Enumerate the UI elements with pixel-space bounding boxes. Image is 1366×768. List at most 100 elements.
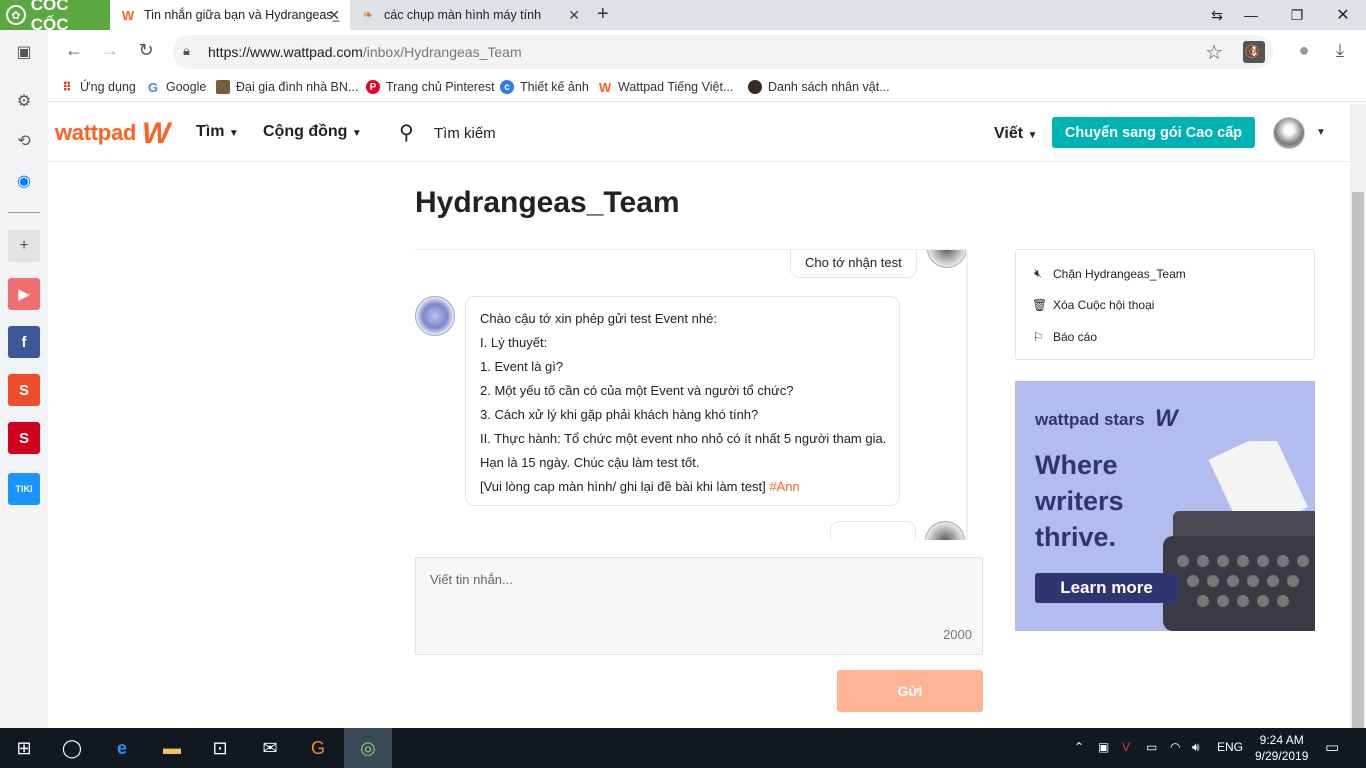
chevron-down-icon: ▼ (351, 128, 362, 139)
chevron-down-icon: ▼ (228, 128, 239, 139)
bookmark-wattpad-vn[interactable]: W Wattpad Tiếng Việt... (598, 79, 734, 95)
write-menu[interactable]: Viết ▼ (994, 125, 1037, 143)
bookmark-characters[interactable]: Danh sách nhân vật... (748, 80, 890, 94)
bookmark-family[interactable]: Đại gia đình nhà BN... (216, 80, 358, 94)
message-input[interactable]: Viết tin nhắn... 2000 (415, 557, 983, 655)
wattpad-header: wattpad W Tìm ▼ Cộng đồng ▼ ⚲ Tìm kiếm V… (48, 104, 1350, 162)
wattpad-stars-ad[interactable]: wattpad stars W Where writers thrive. Le… (1015, 381, 1315, 631)
report-option[interactable]: ⚐ Báo cáo (1032, 330, 1097, 344)
antivirus-icon[interactable]: V (1122, 740, 1130, 754)
character-counter: 2000 (943, 627, 972, 642)
wattpad-w-icon[interactable]: W (142, 117, 170, 151)
store-icon[interactable]: ⊡ (196, 728, 244, 768)
search-button[interactable]: Tìm kiếm (434, 125, 496, 142)
notification-icon[interactable]: ▭ (1325, 738, 1339, 756)
coccoc-extension-icon[interactable]: ◎ (1240, 40, 1264, 61)
send-button[interactable]: Gửi (837, 670, 983, 712)
bookmark-star-icon[interactable]: ☆ (1205, 40, 1223, 65)
wattpad-icon: W (598, 79, 612, 95)
foxit-icon[interactable]: G (294, 728, 342, 768)
close-window-icon[interactable]: ✕ (1320, 0, 1366, 30)
tab-title: các chụp màn hình máy tính (384, 8, 542, 22)
tray-app-icon[interactable]: ▣ (1098, 740, 1109, 754)
learn-more-button[interactable]: Learn more (1035, 573, 1178, 603)
coccoc-menu-button[interactable]: ✿ CỐC CỐC (0, 0, 110, 34)
bookmark-apps[interactable]: ⠿ Ứng dụng (60, 80, 136, 94)
youtube-icon[interactable]: ▶ (8, 278, 40, 310)
page-scrollbar[interactable] (1350, 104, 1366, 732)
address-bar[interactable]: 🔒︎ https://www.wattpad.com/inbox/Hydrang… (173, 35, 1273, 69)
add-app-icon[interactable]: + (8, 230, 40, 262)
reload-icon[interactable]: ↻ (134, 40, 158, 61)
scrollbar-thumb[interactable] (1352, 192, 1364, 732)
wattpad-logo[interactable]: wattpad (55, 120, 136, 146)
facebook-icon[interactable]: f (8, 326, 40, 358)
navigation-bar: ← → ↻ 🔒︎ https://www.wattpad.com/inbox/H… (48, 30, 1366, 74)
chat-scrollbar[interactable] (966, 250, 968, 540)
chevron-down-icon: ▼ (1027, 130, 1038, 141)
battery-icon[interactable]: ▭ (1146, 740, 1157, 754)
file-explorer-icon[interactable]: ▬ (148, 728, 196, 768)
nav-community[interactable]: Cộng đồng ▼ (263, 123, 362, 141)
bookmark-google[interactable]: G Google (146, 80, 206, 95)
volume-icon[interactable]: 🔊︎ (1192, 740, 1200, 755)
cortana-icon[interactable]: ◯ (48, 728, 96, 768)
chevron-up-icon[interactable]: ⌃ (1074, 740, 1084, 754)
tab-wattpad-inbox[interactable]: W Tin nhắn giữa bạn và Hydrangeas_ ✕ (110, 0, 350, 30)
trash-icon: 🗑︎ (1032, 298, 1048, 312)
gear-icon[interactable]: ⚙ (8, 85, 40, 117)
shopee-icon[interactable]: S (8, 374, 40, 406)
input-language[interactable]: ENG (1217, 740, 1243, 754)
back-icon[interactable]: ← (62, 40, 86, 61)
block-user-option[interactable]: 🔇︎ Chặn Hydrangeas_Team (1032, 266, 1186, 281)
premium-button[interactable]: Chuyển sang gói Cao cấp (1052, 117, 1255, 148)
coccoc-taskbar-icon[interactable]: ◎ (344, 728, 392, 768)
conversation-options: 🔇︎ Chặn Hydrangeas_Team 🗑︎ Xóa Cuộc hội … (1015, 249, 1315, 360)
minimize-icon[interactable]: — (1228, 0, 1274, 30)
bookmark-design[interactable]: c Thiết kế ảnh (500, 80, 589, 94)
mail-icon[interactable]: ✉ (246, 728, 294, 768)
sidebar-toggle-icon[interactable]: ▣ (8, 36, 40, 68)
message-placeholder: Viết tin nhắn... (430, 572, 513, 587)
sender-avatar[interactable] (415, 296, 455, 336)
sendo-icon[interactable]: S (8, 422, 40, 454)
apps-grid-icon: ⠿ (62, 80, 72, 94)
browser-tab-bar: ✿ CỐC CỐC W Tin nhắn giữa bạn và Hydrang… (0, 0, 1366, 34)
new-tab-icon[interactable]: + (597, 3, 609, 26)
windows-start-icon[interactable]: ⊞ (0, 728, 48, 768)
sidebar-divider (8, 212, 40, 213)
sent-message-partial (830, 521, 916, 540)
hashtag-link[interactable]: #Ann (769, 479, 799, 494)
tiki-icon[interactable]: TIKI (8, 473, 40, 505)
nav-find[interactable]: Tìm ▼ (196, 123, 239, 141)
bookmarks-bar: ⠿ Ứng dụng G Google Đại gia đình nhà BN...… (48, 74, 1366, 102)
coccoc-logo-icon: ✿ (6, 5, 26, 25)
message-line: I. Lý thuyết: (480, 335, 548, 350)
browser-sidebar: ▣ ⚙ ⟲ ◉ + ▶ f S S TIKI (0, 30, 48, 728)
close-tab-icon[interactable]: ✕ (328, 7, 340, 24)
tab-screenshot-search[interactable]: ❧ các chụp màn hình máy tính ✕ (350, 0, 590, 30)
messenger-icon[interactable]: ◉ (8, 165, 40, 197)
received-message: Chào cậu tớ xin phép gửi test Event nhé:… (465, 296, 900, 506)
edge-icon[interactable]: e (98, 728, 146, 768)
wifi-icon[interactable]: ◠ (1170, 740, 1180, 754)
wattpad-w-icon: W (1155, 405, 1178, 432)
close-tab-icon[interactable]: ✕ (568, 7, 580, 24)
page-title: Hydrangeas_Team (415, 186, 680, 219)
my-avatar[interactable] (925, 521, 965, 540)
history-icon[interactable]: ⟲ (8, 125, 40, 157)
search-icon[interactable]: ⚲ (399, 120, 414, 145)
user-avatar[interactable] (1273, 117, 1305, 149)
restore-icon[interactable]: ❐ (1274, 0, 1320, 30)
message-thread: Cho tớ nhận test Chào cậu tớ xin phép gử… (415, 249, 968, 540)
profile-icon[interactable]: ● (1292, 40, 1316, 61)
leaf-favicon-icon: ❧ (362, 7, 374, 22)
delete-conversation-option[interactable]: 🗑︎ Xóa Cuộc hội thoại (1032, 298, 1154, 312)
system-clock[interactable]: 9:24 AM 9/29/2019 (1255, 732, 1308, 764)
chevron-down-icon[interactable]: ▼ (1316, 127, 1326, 138)
forward-icon[interactable]: → (98, 40, 122, 61)
bookmark-pinterest[interactable]: P Trang chủ Pinterest (366, 80, 495, 94)
downloads-icon[interactable]: ⤓ (1328, 40, 1352, 61)
my-avatar[interactable] (927, 250, 967, 268)
message-line: II. Thực hành: Tổ chức một event nho nhỏ… (480, 431, 887, 446)
